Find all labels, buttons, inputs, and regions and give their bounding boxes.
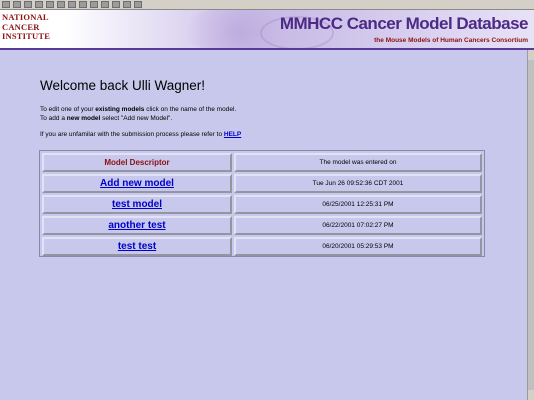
add-new-model-link[interactable]: Add new model	[100, 178, 174, 189]
model-date-cell: 06/25/2001 12:25:31 PM	[234, 195, 482, 214]
forward-icon[interactable]	[13, 1, 21, 8]
site-title: MMHCC Cancer Model Database	[279, 14, 529, 33]
add-bold: new model	[66, 115, 101, 122]
edit-icon[interactable]	[112, 1, 120, 8]
print-icon[interactable]	[101, 1, 109, 8]
site-subtitle: the Mouse Models of Human Cancers Consor…	[374, 37, 528, 44]
edit-instructions: To edit one of your existing models clic…	[40, 106, 236, 113]
browser-toolbar	[0, 0, 534, 10]
model-date-cell: 06/22/2001 07:02:27 PM	[234, 216, 482, 235]
model-link-test-test[interactable]: test test	[118, 241, 156, 252]
model-name-cell: test test	[42, 237, 232, 256]
header-entered-on: The model was entered on	[234, 153, 482, 172]
search-icon[interactable]	[57, 1, 65, 8]
messenger-icon[interactable]	[134, 1, 142, 8]
favorites-icon[interactable]	[68, 1, 76, 8]
help-instructions: If you are unfamilar with the submission…	[40, 131, 241, 138]
model-date-cell: Tue Jun 26 09:52:36 CDT 2001	[234, 174, 482, 193]
mail-icon[interactable]	[90, 1, 98, 8]
model-name-cell: Add new model	[42, 174, 232, 193]
add-instructions: To add a new model select "Add new Model…	[40, 115, 172, 122]
header-model-descriptor: Model Descriptor	[42, 153, 232, 172]
help-link[interactable]: HELP	[224, 131, 241, 138]
edit-prefix: To edit one of your	[40, 106, 96, 113]
history-icon[interactable]	[79, 1, 87, 8]
home-icon[interactable]	[46, 1, 54, 8]
table-header-row: Model Descriptor The model was entered o…	[42, 153, 482, 172]
stop-icon[interactable]	[24, 1, 32, 8]
model-link-another-test[interactable]: another test	[108, 220, 165, 231]
edit-bold: existing models	[95, 106, 145, 113]
add-prefix: To add a	[40, 115, 67, 122]
model-name-cell: test model	[42, 195, 232, 214]
help-prefix: If you are unfamilar with the submission…	[40, 131, 224, 138]
models-table: Model Descriptor The model was entered o…	[39, 150, 485, 257]
vertical-scrollbar[interactable]	[527, 50, 534, 400]
table-row: another test 06/22/2001 07:02:27 PM	[42, 216, 482, 235]
logo-line-3: INSTITUTE	[2, 31, 51, 41]
back-icon[interactable]	[2, 1, 10, 8]
table-row: test model 06/25/2001 12:25:31 PM	[42, 195, 482, 214]
model-date-cell: 06/20/2001 05:29:53 PM	[234, 237, 482, 256]
model-name-cell: another test	[42, 216, 232, 235]
add-suffix: select "Add new Model".	[100, 115, 173, 122]
table-row: test test 06/20/2001 05:29:53 PM	[42, 237, 482, 256]
refresh-icon[interactable]	[35, 1, 43, 8]
welcome-heading: Welcome back Ulli Wagner!	[40, 78, 206, 93]
edit-suffix: click on the name of the model.	[144, 106, 237, 113]
table-row: Add new model Tue Jun 26 09:52:36 CDT 20…	[42, 174, 482, 193]
model-link-test-model[interactable]: test model	[112, 199, 162, 210]
header-divider	[0, 48, 534, 50]
scrollbar-thumb[interactable]	[528, 60, 534, 390]
discuss-icon[interactable]	[123, 1, 131, 8]
nci-logo[interactable]: NATIONAL CANCER INSTITUTE	[2, 12, 58, 45]
site-banner: NATIONAL CANCER INSTITUTE MMHCC Cancer M…	[0, 10, 534, 48]
